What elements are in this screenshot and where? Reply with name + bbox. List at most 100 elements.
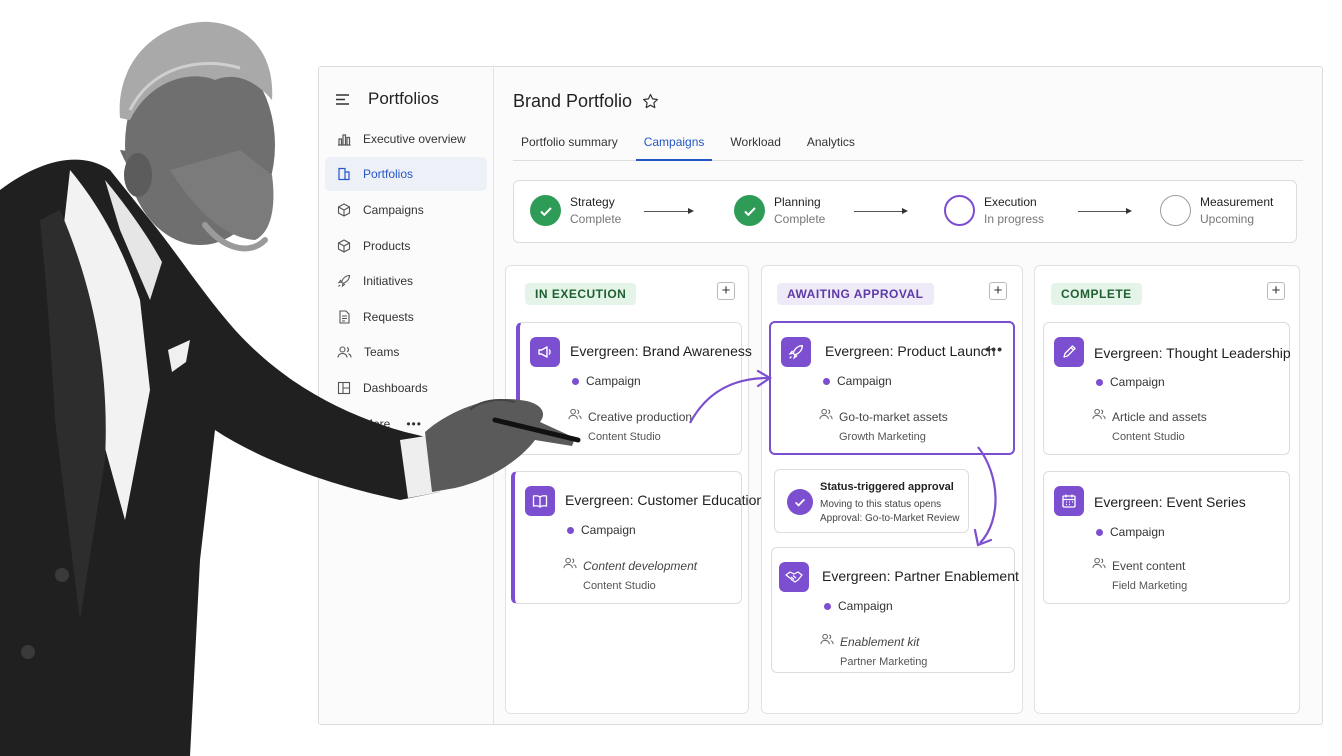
card-type-label: Campaign (838, 599, 893, 613)
card-product-launch[interactable]: Evergreen: Product Launch ••• Campaign G… (769, 321, 1015, 455)
card-type-label: Campaign (581, 523, 636, 537)
card-team: Partner Marketing (840, 656, 928, 668)
sidebar-item-label: More (363, 417, 391, 431)
tab-bar: Portfolio summary Campaigns Workload Ana… (513, 125, 1303, 161)
type-dot (567, 526, 574, 534)
people-icon (820, 633, 834, 645)
check-icon (530, 195, 561, 226)
tab-portfolio-summary[interactable]: Portfolio summary (513, 125, 626, 161)
sidebar-item-initiatives[interactable]: Initiatives (325, 264, 487, 298)
document-icon (339, 310, 350, 324)
card-type: Campaign (1096, 375, 1165, 389)
card-assignment: Enablement kit Partner Marketing (820, 632, 927, 672)
sidebar-item-dashboards[interactable]: Dashboards (325, 371, 487, 405)
step-status: Complete (774, 212, 826, 226)
sidebar-item-more[interactable]: More ••• (325, 407, 487, 441)
step-name: Strategy (570, 195, 615, 209)
card-brand-awareness[interactable]: Evergreen: Brand Awareness Campaign Crea… (516, 322, 752, 455)
column-awaiting-approval: AWAITING APPROVAL + Evergreen: Product L… (761, 265, 1023, 714)
add-card-button[interactable]: + (1267, 282, 1285, 300)
step-status: In progress (984, 212, 1045, 226)
card-partner-enablement[interactable]: Evergreen: Partner Enablement Campaign E… (771, 547, 1019, 673)
page-title: Brand Portfolio (513, 91, 659, 112)
card-type: Campaign (823, 374, 892, 388)
type-dot (572, 377, 579, 385)
menu-icon[interactable] (335, 93, 350, 106)
dashboard-icon (337, 381, 351, 395)
card-assignment: Creative production Content Studio (568, 407, 692, 447)
campaign-icon (337, 203, 351, 217)
sidebar-item-label: Executive overview (363, 132, 466, 146)
card-assignment: Go-to-market assets Growth Marketing (819, 407, 948, 447)
card-customer-education[interactable]: Evergreen: Customer Education Campaign C… (511, 471, 764, 604)
card-type-label: Campaign (837, 374, 892, 388)
check-icon (787, 489, 813, 515)
box-icon (337, 239, 351, 253)
card-thought-leadership[interactable]: Evergreen: Thought Leadership Campaign A… (1043, 322, 1291, 455)
people-icon (1092, 557, 1106, 569)
sidebar-item-teams[interactable]: Teams (325, 335, 487, 369)
card-team: Growth Marketing (839, 431, 926, 443)
sidebar-item-portfolios[interactable]: Portfolios (325, 157, 487, 191)
column-label: COMPLETE (1051, 283, 1142, 305)
people-icon (563, 557, 577, 569)
card-type-label: Campaign (1110, 375, 1165, 389)
card-event-series[interactable]: Evergreen: Event Series Campaign Event c… (1043, 471, 1290, 604)
card-team: Field Marketing (1112, 580, 1188, 592)
add-card-button[interactable]: + (717, 282, 735, 300)
tab-workload[interactable]: Workload (722, 125, 788, 161)
card-work: Article and assets (1112, 410, 1207, 424)
star-icon[interactable] (642, 93, 659, 110)
approval-description: Moving to this status opens Approval: Go-… (820, 498, 960, 526)
sidebar-item-label: Initiatives (363, 274, 414, 288)
step-status: Complete (570, 212, 622, 226)
approval-notice: Status-triggered approval Moving to this… (774, 469, 969, 533)
empty-circle-icon (1160, 195, 1191, 226)
add-card-button[interactable]: + (989, 282, 1007, 300)
card-team: Content Studio (583, 580, 656, 592)
card-title: Evergreen: Brand Awareness (570, 343, 752, 359)
step-name: Planning (774, 195, 821, 209)
step-strategy[interactable]: Strategy Complete (530, 195, 621, 226)
card-assignment: Content development Content Studio (563, 556, 697, 596)
calendar-icon (1054, 486, 1084, 516)
people-icon (337, 346, 352, 358)
card-type-label: Campaign (586, 374, 641, 388)
card-title: Evergreen: Partner Enablement (822, 568, 1019, 584)
card-title: Evergreen: Thought Leadership (1094, 345, 1291, 361)
step-measurement[interactable]: Measurement Upcoming (1160, 195, 1273, 226)
sidebar-item-label: Products (363, 239, 411, 253)
card-work: Go-to-market assets (839, 410, 948, 424)
sidebar-item-label: Portfolios (363, 167, 414, 181)
tab-analytics[interactable]: Analytics (799, 125, 863, 161)
card-assignment: Article and assets Content Studio (1092, 407, 1207, 447)
megaphone-icon (530, 337, 560, 367)
card-work: Content development (583, 559, 698, 573)
column-label: AWAITING APPROVAL (777, 283, 934, 305)
column-complete: COMPLETE + Evergreen: Thought Leadership… (1034, 265, 1300, 714)
card-work: Enablement kit (840, 635, 920, 649)
book-icon (525, 486, 555, 516)
sidebar-title: Portfolios (368, 89, 439, 108)
step-planning[interactable]: Planning Complete (734, 195, 825, 226)
card-type: Campaign (567, 523, 636, 537)
type-dot (1096, 528, 1103, 536)
sidebar-item-executive-overview[interactable]: Executive overview (325, 122, 487, 156)
card-type: Campaign (572, 374, 641, 388)
sidebar-item-products[interactable]: Products (325, 229, 487, 263)
sidebar-item-requests[interactable]: Requests (325, 300, 487, 334)
check-icon (734, 195, 765, 226)
sidebar-item-label: Requests (363, 310, 414, 324)
type-dot (824, 602, 831, 610)
tab-campaigns[interactable]: Campaigns (635, 125, 713, 161)
sidebar-item-label: Teams (364, 345, 400, 359)
column-label: IN EXECUTION (525, 283, 637, 305)
main-content: Brand Portfolio Portfolio summary Campai… (495, 67, 1322, 724)
step-execution[interactable]: Execution In progress (944, 195, 1044, 226)
sidebar-item-label: Dashboards (363, 381, 428, 395)
sidebar-item-campaigns[interactable]: Campaigns (325, 193, 487, 227)
phase-stepper: Strategy Complete Planning Complete Execut… (513, 180, 1297, 243)
step-name: Execution (984, 195, 1037, 209)
sidebar: Portfolios Executive overview Portfolios… (319, 67, 494, 724)
more-options-icon[interactable]: ••• (985, 341, 1003, 357)
